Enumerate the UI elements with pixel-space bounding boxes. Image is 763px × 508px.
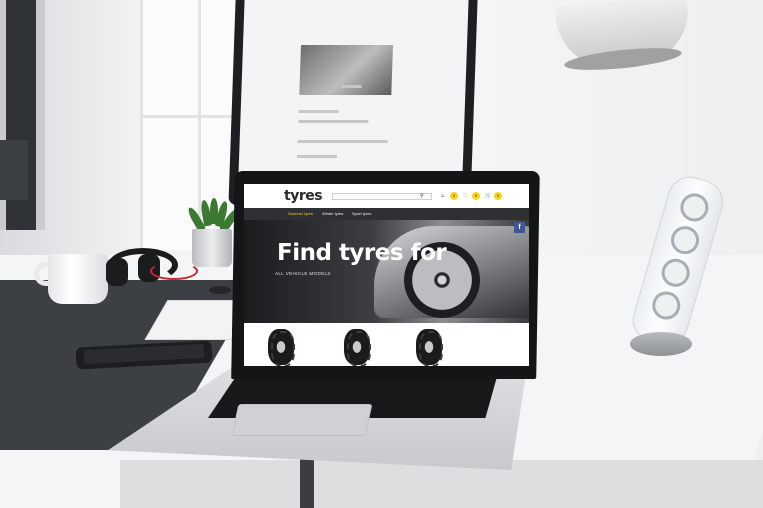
cart-badge: 0 [494,192,502,200]
nav-sport-tyres[interactable]: Sport tyres [352,210,371,218]
search-icon[interactable]: ⚲ [420,193,424,199]
monitor-screen [237,0,469,194]
monitor-text-line [341,85,362,88]
speaker-driver [667,222,703,258]
site-header: tyres store ⚲ ☺ 0 ♡ 0 🛒 0 [244,184,529,208]
product-row [244,323,529,366]
hero-subtitle: ALL VEHICLE MODELS [275,271,331,276]
speaker-base [630,332,692,356]
monitor-text-line [298,110,339,113]
shelf-box [0,140,28,200]
site-nav: Summer tyres Winter tyres Sport tyres [244,208,529,220]
plant-pot [192,229,232,267]
laptop-screen: tyres store ⚲ ☺ 0 ♡ 0 🛒 0 Summer tyres W… [244,184,529,366]
product-tyre-image[interactable] [416,329,443,366]
laptop-trackpad [231,404,373,436]
search-input[interactable] [332,193,432,200]
mouse [209,286,231,294]
compare-badge: 0 [450,192,458,200]
monitor-text-line [297,140,388,143]
workspace-photo: tyres store ⚲ ☺ 0 ♡ 0 🛒 0 Summer tyres W… [0,0,763,508]
heart-icon[interactable]: ♡ [463,193,467,199]
user-icon[interactable]: ☺ [440,193,445,199]
headphone-cup [106,258,128,286]
site-logo-sub: store [316,196,323,200]
monitor-text-line [297,155,338,158]
desk-edge [120,460,763,508]
wishlist-badge: 0 [472,192,480,200]
nav-winter-tyres[interactable]: Winter tyres [322,210,343,218]
cart-icon[interactable]: 🛒 [485,193,491,199]
facebook-icon[interactable]: f [514,222,525,233]
nav-summer-tyres[interactable]: Summer tyres [288,210,313,218]
monitor-text-line [298,120,369,123]
headphone-cable [150,262,198,280]
speaker-driver [648,288,684,323]
speaker-driver [677,190,712,225]
product-tyre-image[interactable] [344,329,371,366]
product-tyre-image[interactable] [268,329,295,366]
hero-banner: Find tyres for ALL VEHICLE MODELS [244,220,529,323]
coffee-mug [48,254,108,304]
left-shelf [0,0,45,230]
speaker-driver [658,255,693,291]
hero-title: Find tyres for [277,240,447,266]
